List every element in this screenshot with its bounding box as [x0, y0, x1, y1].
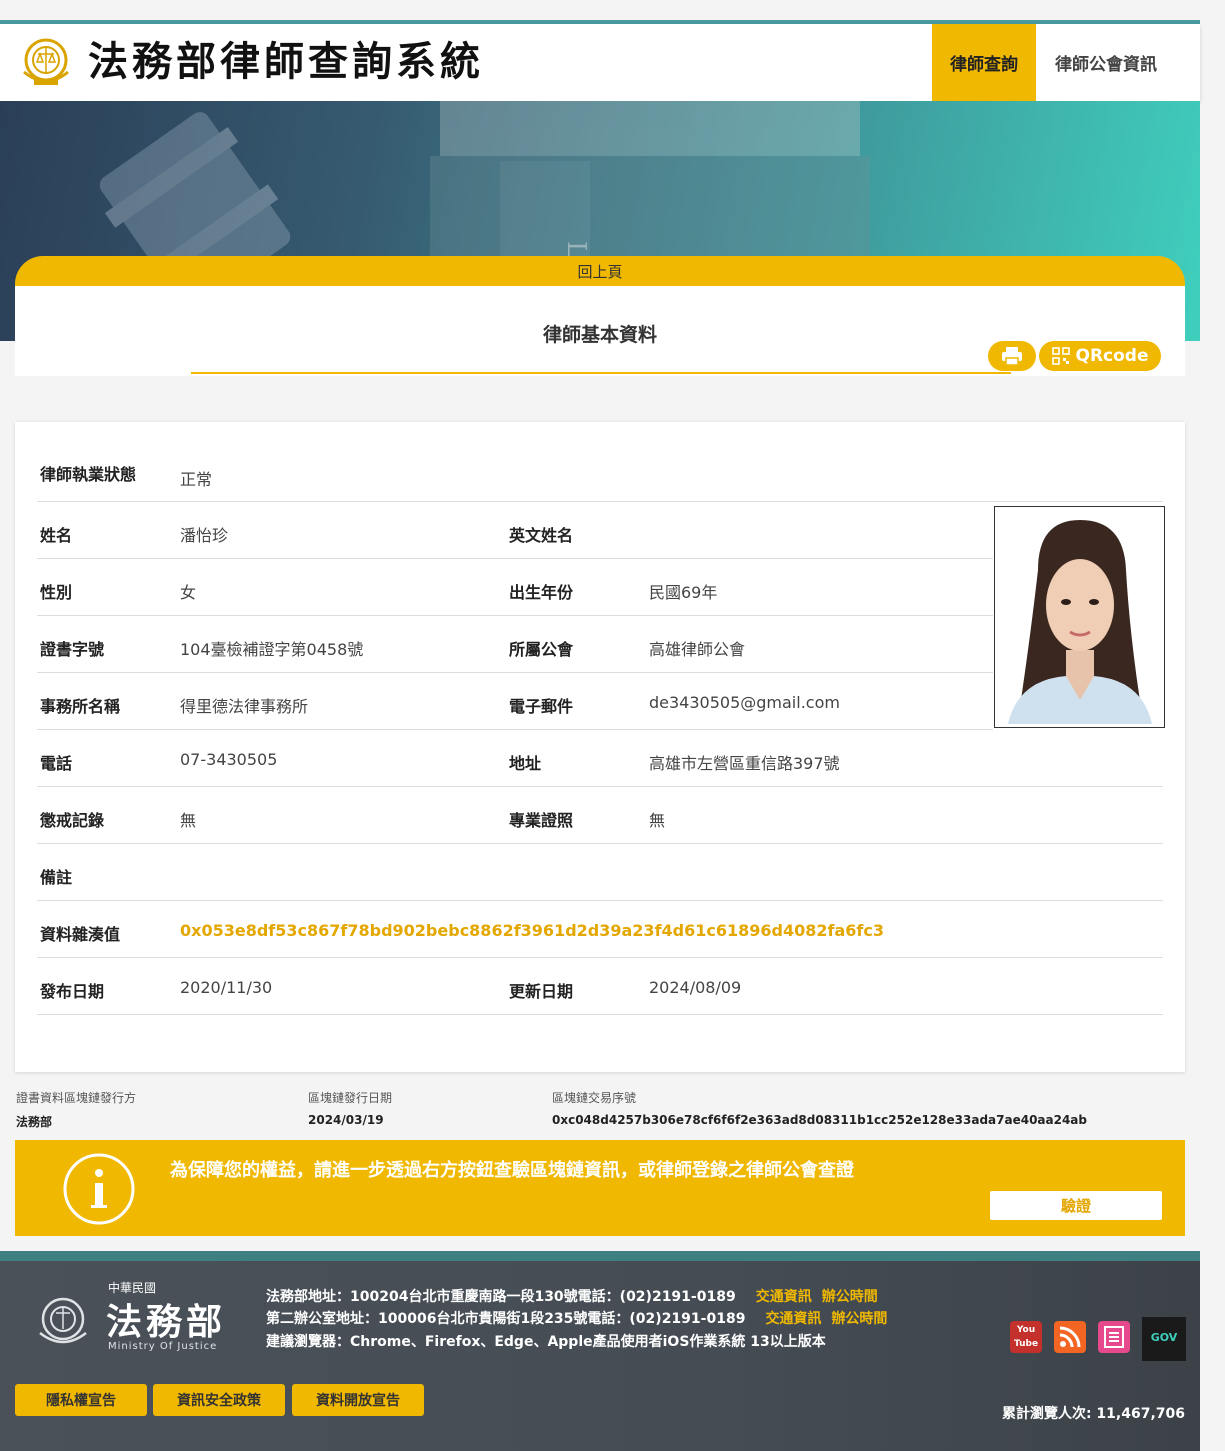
nav-lawyer-search[interactable]: 律師查詢: [932, 24, 1036, 101]
hash-label: 資料雜湊值: [40, 925, 121, 944]
publication-icon[interactable]: [1098, 1321, 1130, 1353]
update-date-value: 2024/08/09: [649, 978, 742, 997]
publish-date-label: 發布日期: [40, 982, 105, 1001]
birth-year-label: 出生年份: [509, 583, 574, 602]
title-underline: [191, 372, 1011, 374]
license-label: 專業證照: [509, 811, 574, 830]
print-button[interactable]: [988, 341, 1036, 371]
privacy-button[interactable]: 隱私權宣告: [15, 1384, 147, 1416]
page: 法務部律師查詢系統 律師查詢 律師公會資訊 LAW 回上頁 律師基本資料: [0, 0, 1225, 1451]
lawyer-info-card: 律師執業狀態 正常 姓名 潘怡珍 英文姓名 性別 女 出生年份 民國69年 證書…: [15, 422, 1185, 1072]
notice-text: 為保障您的權益，請進一步透過右方按鈕查驗區塊鏈資訊，或律師登錄之律師公會查證: [170, 1160, 854, 1181]
visitor-counter: 累計瀏覽人次: 11,467,706: [1001, 1406, 1185, 1422]
table-row: 證書字號 104臺檢補證字第0458號 所屬公會 高雄律師公會: [37, 616, 993, 673]
name-value: 潘怡珍: [180, 526, 229, 545]
site-footer: 中華民國 法務部 Ministry Of Justice 法務部地址：10020…: [0, 1251, 1200, 1451]
remark-label: 備註: [40, 868, 73, 887]
footer-logo-main: 法務部: [106, 1301, 227, 1343]
address-value: 高雄市左營區重信路397號: [649, 754, 840, 773]
chain-date-value: 2024/03/19: [308, 1113, 384, 1127]
nav-bar-association-info[interactable]: 律師公會資訊: [1036, 24, 1176, 101]
footer-browser-line: 建議瀏覽器：Chrome、Firefox、Edge、Apple產品使用者iOS作…: [266, 1334, 826, 1350]
document-glyph: [1104, 1326, 1124, 1348]
qrcode-icon: [1051, 347, 1070, 365]
chain-tx-label: 區塊鏈交易序號: [552, 1091, 637, 1105]
gender-value: 女: [180, 583, 197, 602]
table-row: 電話 07-3430505 地址 高雄市左營區重信路397號: [37, 730, 1163, 787]
address-1: 法務部地址：100204台北市重慶南路一段130號電話：(02)2191-018…: [266, 1289, 736, 1305]
table-row: 事務所名稱 得里德法律事務所 電子郵件 de3430505@gmail.com: [37, 673, 993, 730]
phone-label: 電話: [40, 754, 73, 773]
certificate-value: 104臺檢補證字第0458號: [180, 640, 364, 659]
firm-value: 得里德法律事務所: [180, 697, 309, 716]
gender-label: 性別: [40, 583, 73, 602]
email-value[interactable]: de3430505@gmail.com: [649, 693, 840, 712]
birth-year-value: 民國69年: [649, 583, 718, 602]
gov-label: GOV: [1150, 1331, 1178, 1344]
back-button[interactable]: 回上頁: [15, 256, 1185, 286]
rss-glyph: [1059, 1326, 1081, 1348]
verification-notice: 為保障您的權益，請進一步透過右方按鈕查驗區塊鏈資訊，或律師登錄之律師公會查證 驗…: [15, 1140, 1185, 1236]
phone-value: 07-3430505: [180, 750, 278, 769]
lawyer-photo: [994, 506, 1165, 728]
ministry-emblem-icon[interactable]: [16, 32, 76, 92]
name-label: 姓名: [40, 526, 73, 545]
title-card: 律師基本資料 QRcode: [15, 286, 1185, 376]
remark-row: 備註: [37, 844, 1163, 901]
table-row: 姓名 潘怡珍 英文姓名: [37, 502, 993, 559]
security-policy-button[interactable]: 資訊安全政策: [153, 1384, 285, 1416]
footer-address-line-2: 第二辦公室地址：100006台北市貴陽街1段235號電話：(02)2191-01…: [266, 1308, 887, 1328]
english-name-label: 英文姓名: [509, 526, 574, 545]
discipline-label: 懲戒記錄: [40, 811, 105, 830]
site-header: 法務部律師查詢系統 律師查詢 律師公會資訊: [0, 24, 1200, 101]
address-2: 第二辦公室地址：100006台北市貴陽街1段235號電話：(02)2191-01…: [266, 1311, 746, 1327]
gov-icon[interactable]: GOV: [1142, 1317, 1186, 1361]
publish-date-value: 2020/11/30: [180, 978, 273, 997]
chain-issuer-label: 證書資料區塊鏈發行方: [16, 1091, 137, 1105]
rss-icon[interactable]: [1054, 1321, 1086, 1353]
portrait-image: [998, 510, 1161, 724]
chain-issuer-value: 法務部: [16, 1115, 53, 1129]
office-hours-link-2[interactable]: 辦公時間: [831, 1311, 887, 1327]
table-row: 懲戒記錄 無 專業證照 無: [37, 787, 1163, 844]
site-title[interactable]: 法務部律師查詢系統: [88, 36, 484, 88]
certificate-label: 證書字號: [40, 640, 105, 659]
office-hours-link-1[interactable]: 辦公時間: [822, 1289, 878, 1305]
youtube-icon[interactable]: You Tube: [1010, 1321, 1042, 1353]
table-row: 性別 女 出生年份 民國69年: [37, 559, 993, 616]
info-icon: [63, 1153, 135, 1225]
firm-label: 事務所名稱: [40, 697, 121, 716]
license-value: 無: [649, 811, 666, 830]
footer-logo-en: Ministry Of Justice: [108, 1341, 218, 1352]
update-date-label: 更新日期: [509, 982, 574, 1001]
traffic-info-link-1[interactable]: 交通資訊: [756, 1289, 812, 1305]
qrcode-button[interactable]: QRcode: [1039, 341, 1161, 371]
email-label: 電子郵件: [509, 697, 574, 716]
discipline-value: 無: [180, 811, 197, 830]
footer-emblem-icon: [39, 1297, 87, 1344]
chain-date-label: 區塊鏈發行日期: [308, 1091, 393, 1105]
status-label: 律師執業狀態: [40, 465, 137, 484]
open-data-button[interactable]: 資料開放宣告: [292, 1384, 424, 1416]
hash-value[interactable]: 0x053e8df53c867f78bd902bebc8862f3961d2d3…: [180, 921, 884, 940]
status-row: 律師執業狀態 正常: [37, 445, 1163, 502]
status-value: 正常: [180, 470, 213, 489]
hash-row: 資料雜湊值 0x053e8df53c867f78bd902bebc8862f39…: [37, 901, 1163, 958]
verify-button[interactable]: 驗證: [990, 1191, 1162, 1220]
chain-tx-value: 0xc048d4257b306e78cf6f6f2e363ad8d08311b1…: [552, 1113, 1087, 1127]
qrcode-label: QRcode: [1075, 346, 1149, 366]
address-label: 地址: [509, 754, 542, 773]
youtube-label: You Tube: [1013, 1325, 1039, 1349]
footer-address-line-1: 法務部地址：100204台北市重慶南路一段130號電話：(02)2191-018…: [266, 1286, 878, 1306]
dates-row: 發布日期 2020/11/30 更新日期 2024/08/09: [37, 958, 1163, 1015]
printer-icon: [1002, 347, 1022, 366]
bar-association-value: 高雄律師公會: [649, 640, 746, 659]
bar-association-label: 所屬公會: [509, 640, 574, 659]
traffic-info-link-2[interactable]: 交通資訊: [765, 1311, 821, 1327]
